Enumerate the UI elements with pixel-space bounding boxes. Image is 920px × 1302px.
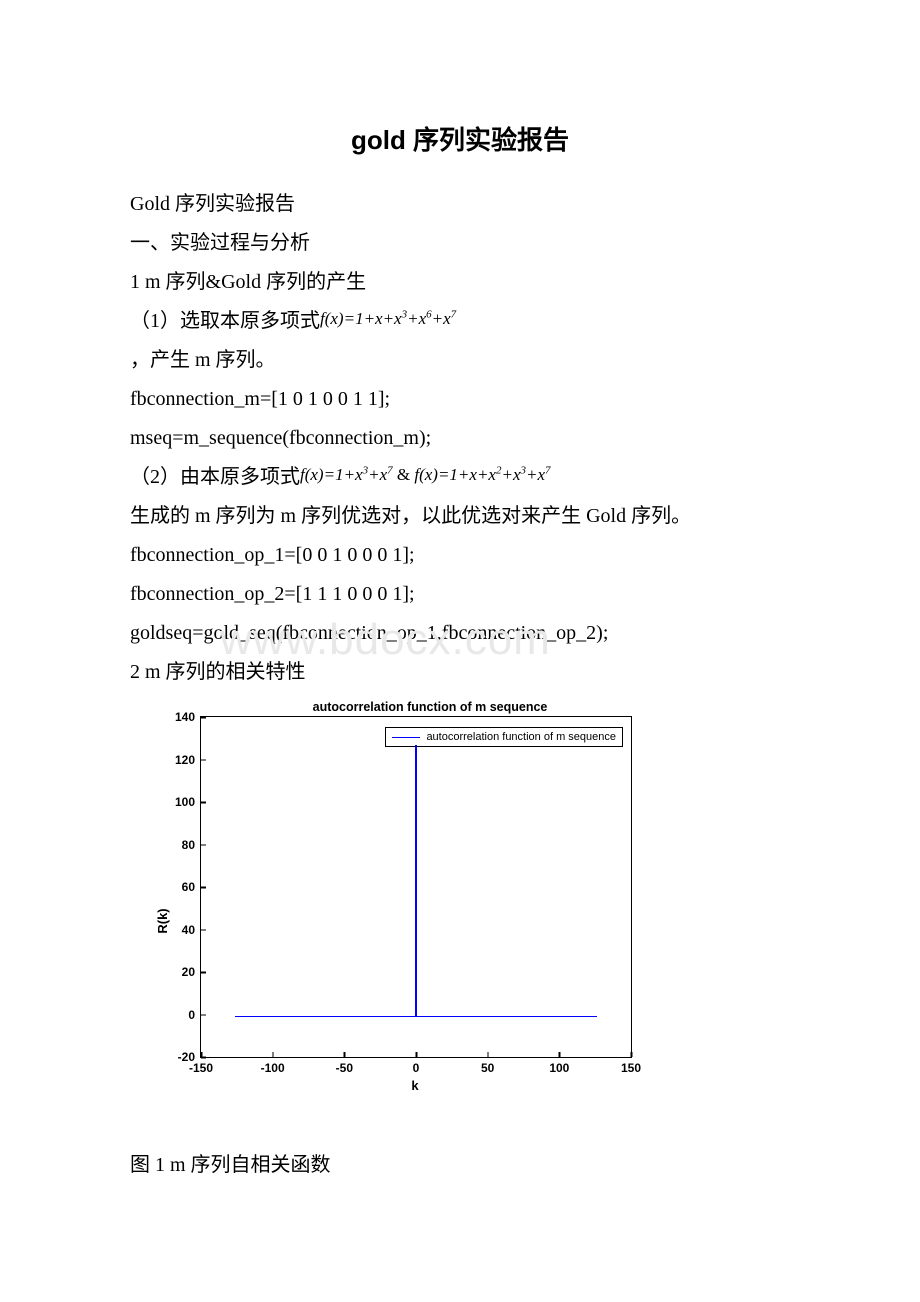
chart: autocorrelation function of m sequence R… [140,700,790,1126]
text-line: （2）由本原多项式f(x)=1+x3+x7 & f(x)=1+x+x2+x3+x… [130,458,790,497]
figure-caption: 图 1 m 序列自相关函数 [130,1148,790,1177]
text-fragment: （2）由本原多项式 [130,466,300,488]
chart-xtick: 0 [413,1057,420,1075]
text-line: fbconnection_m=[1 0 1 0 0 1 1]; [130,380,790,419]
chart-ytick: 60 [182,880,201,894]
formula: f(x)=1+x+x3+x6+x7 [320,309,456,328]
text-line: 2 m 序列的相关特性 [130,653,790,692]
legend-line-icon [392,737,420,738]
text-line: 生成的 m 序列为 m 序列优选对，以此优选对来产生 Gold 序列。 [130,497,790,536]
chart-ytick: 80 [182,838,201,852]
chart-ytick: 120 [175,753,201,767]
chart-ytick: 20 [182,965,201,979]
text-fragment: & [393,465,415,484]
text-line: 1 m 序列&Gold 序列的产生 [130,263,790,302]
chart-plot-area: autocorrelation function of m sequence -… [200,716,632,1058]
chart-title: autocorrelation function of m sequence [190,700,670,714]
chart-legend: autocorrelation function of m sequence [385,727,623,747]
formula: f(x)=1+x3+x7 [300,465,393,484]
text-line: fbconnection_op_1=[0 0 1 0 0 0 1]; [130,536,790,575]
chart-series-line [415,745,417,1017]
text-line: 一、实验过程与分析 [130,224,790,263]
chart-ytick: 140 [175,710,201,724]
chart-xlabel: k [200,1078,630,1093]
chart-xtick: 50 [481,1057,494,1075]
chart-ylabel: R(k) [155,908,170,933]
chart-xtick: 150 [621,1057,641,1075]
text-line: ，产生 m 序列。 [130,341,790,380]
formula: f(x)=1+x+x2+x3+x7 [414,465,550,484]
text-line: goldseq=gold_seq(fbconnection_op_1,fbcon… [130,614,790,653]
chart-xtick: 100 [549,1057,569,1075]
chart-ytick: 40 [182,923,201,937]
text-line: fbconnection_op_2=[1 1 1 0 0 0 1]; [130,575,790,614]
chart-ytick: 0 [188,1008,201,1022]
text-fragment: （1）选取本原多项式 [130,310,320,332]
chart-ytick: 100 [175,795,201,809]
text-line: Gold 序列实验报告 [130,185,790,224]
chart-xtick: -100 [261,1057,285,1075]
legend-label: autocorrelation function of m sequence [426,731,616,743]
page-title: gold 序列实验报告 [130,120,790,157]
chart-xtick: -150 [189,1057,213,1075]
chart-xtick: -50 [336,1057,353,1075]
text-line: mseq=m_sequence(fbconnection_m); [130,419,790,458]
text-line: （1）选取本原多项式f(x)=1+x+x3+x6+x7 [130,302,790,341]
